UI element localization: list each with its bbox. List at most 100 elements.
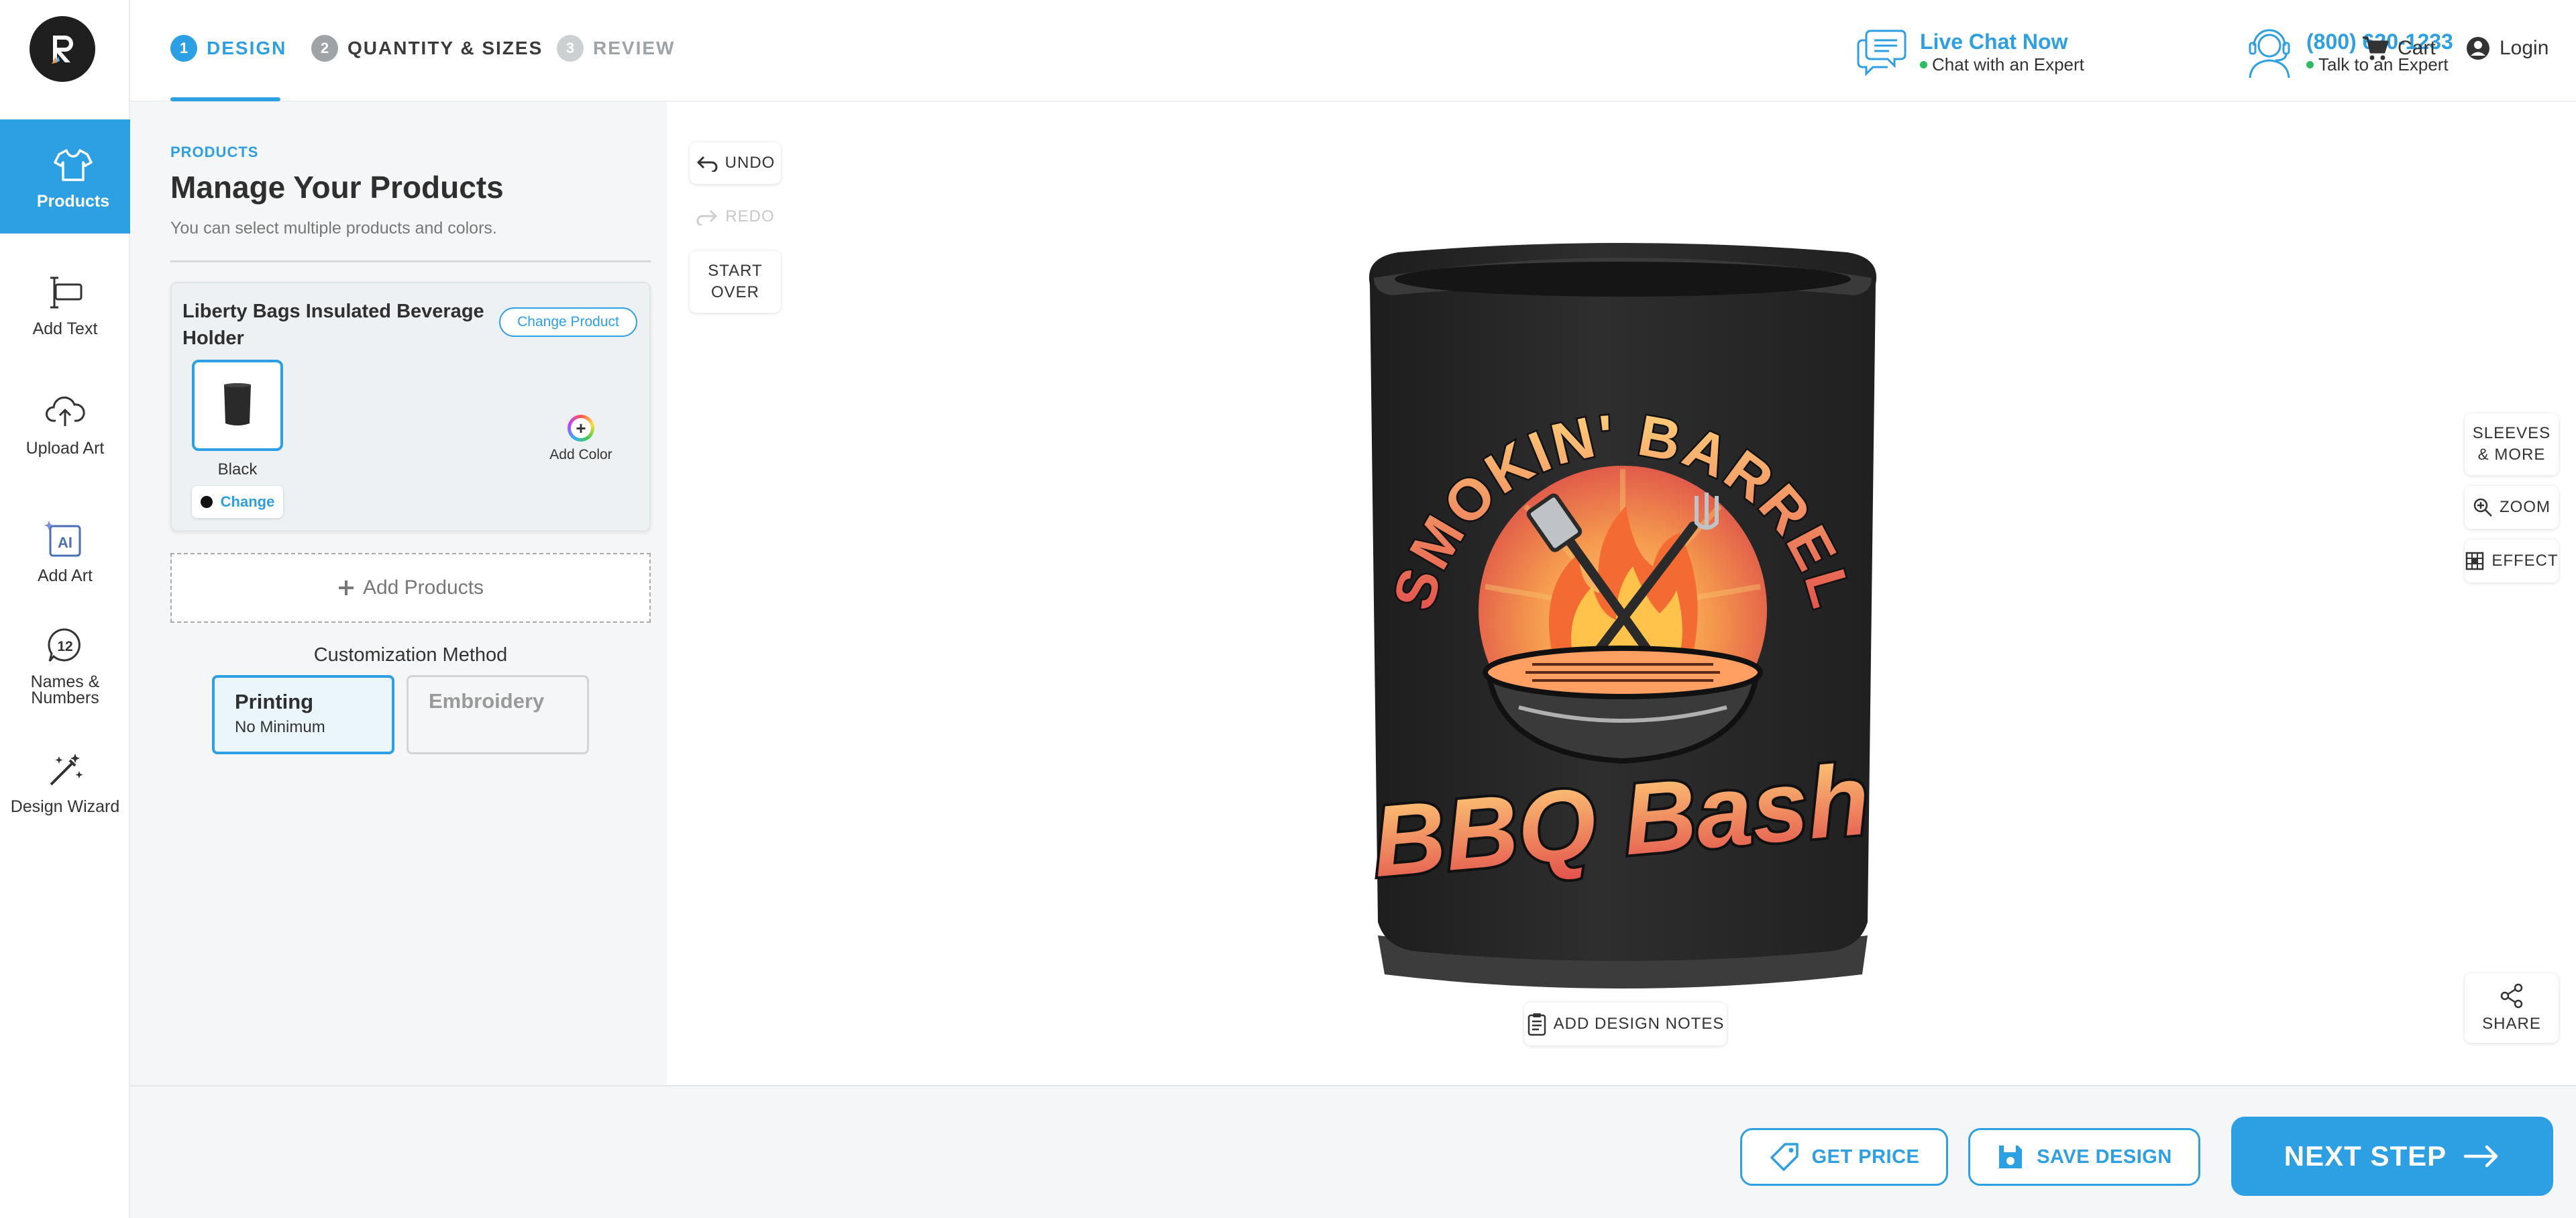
zoom-label: ZOOM bbox=[2500, 498, 2551, 516]
step-label: REVIEW bbox=[593, 38, 676, 58]
add-color-label: Add Color bbox=[549, 447, 612, 462]
step-number: 1 bbox=[170, 35, 197, 62]
logo-r-icon bbox=[52, 36, 73, 64]
headset-agent-icon bbox=[2249, 29, 2290, 79]
swatch-color-label: Black bbox=[217, 460, 258, 478]
sidebar-item-label: Add Text bbox=[32, 319, 98, 338]
live-chat-title: Live Chat Now bbox=[1920, 30, 2068, 54]
start-over-button[interactable]: START OVER bbox=[690, 251, 781, 313]
add-color-button[interactable]: + Add Color bbox=[541, 415, 621, 463]
live-chat-sub: Chat with an Expert bbox=[1932, 54, 2084, 74]
online-dot bbox=[2306, 60, 2314, 68]
get-price-button[interactable]: GET PRICE bbox=[1740, 1128, 1948, 1186]
sidebar-item-upload-art[interactable]: Upload Art bbox=[0, 366, 130, 480]
color-wheel-plus-icon: + bbox=[568, 415, 594, 442]
step-design[interactable]: 1 DESIGN bbox=[170, 35, 286, 62]
bottom-action-bar: GET PRICE SAVE DESIGN NEXT STEP bbox=[130, 1085, 2576, 1218]
next-step-label: NEXT STEP bbox=[2284, 1140, 2447, 1172]
user-account-icon bbox=[2467, 37, 2489, 60]
method-embroidery[interactable]: Embroidery bbox=[407, 675, 589, 754]
method-name: Printing bbox=[235, 690, 314, 713]
sidebar-item-label: Names & Numbers bbox=[30, 672, 100, 707]
effect-label: EFFECT bbox=[2491, 552, 2559, 570]
zoom-button[interactable]: ZOOM bbox=[2465, 486, 2559, 529]
customization-method-label: Customization Method bbox=[313, 644, 508, 666]
get-price-label: GET PRICE bbox=[1811, 1146, 1920, 1168]
chat-bubble-icon bbox=[1857, 30, 1907, 77]
login-link[interactable]: Login bbox=[2465, 35, 2548, 62]
step-label: DESIGN bbox=[207, 38, 287, 58]
share-icon bbox=[2500, 983, 2523, 1009]
panel-title: Manage Your Products bbox=[170, 170, 504, 205]
share-label: SHARE bbox=[2482, 1015, 2541, 1033]
live-chat-link[interactable]: Live Chat Now Chat with an Expert bbox=[1854, 23, 2084, 81]
cart-link[interactable]: Cart bbox=[2361, 35, 2436, 62]
add-products-label: Add Products bbox=[362, 576, 484, 599]
clipboard-icon bbox=[1527, 1013, 1546, 1036]
sidebar-item-products[interactable]: Products bbox=[0, 119, 146, 234]
save-design-label: SAVE DESIGN bbox=[2037, 1146, 2172, 1168]
plus-icon bbox=[338, 580, 354, 595]
step-quantity-sizes[interactable]: 2 QUANTITY & SIZES bbox=[311, 35, 543, 62]
login-label: Login bbox=[2500, 37, 2549, 59]
add-products-button[interactable]: Add Products bbox=[170, 553, 651, 623]
sidebar-item-label: Design Wizard bbox=[10, 797, 120, 816]
price-tag-icon bbox=[1770, 1143, 1799, 1171]
divider bbox=[170, 260, 651, 262]
product-name: Liberty Bags Insulated Beverage Holder bbox=[182, 301, 484, 349]
product-card: Liberty Bags Insulated Beverage Holder C… bbox=[170, 282, 651, 531]
redo-label: REDO bbox=[725, 207, 775, 225]
effect-button[interactable]: EFFECT bbox=[2465, 540, 2559, 582]
products-panel: PRODUCTS Manage Your Products You can se… bbox=[130, 102, 667, 1085]
effect-grid-icon bbox=[2466, 552, 2484, 570]
undo-button[interactable]: UNDO bbox=[690, 142, 781, 184]
color-swatch-black[interactable] bbox=[192, 360, 283, 451]
sleeves-more-button[interactable]: SLEEVES & MORE bbox=[2465, 413, 2559, 475]
koozie-product-image: SMOKIN' BARREL BBQ Bash bbox=[1365, 243, 1877, 988]
redo-button[interactable]: REDO bbox=[690, 196, 781, 238]
change-color-button[interactable]: Change bbox=[192, 486, 283, 518]
save-disk-icon bbox=[1999, 1146, 2023, 1168]
next-step-button[interactable]: NEXT STEP bbox=[2231, 1117, 2553, 1196]
step-number: 3 bbox=[557, 35, 584, 62]
start-over-label: START OVER bbox=[708, 262, 763, 301]
save-design-button[interactable]: SAVE DESIGN bbox=[1968, 1128, 2200, 1186]
method-name: Embroidery bbox=[429, 689, 545, 713]
magic-wand-icon bbox=[44, 749, 87, 792]
panel-kicker: PRODUCTS bbox=[170, 144, 259, 160]
cart-label: Cart bbox=[2398, 37, 2436, 59]
tshirt-icon bbox=[52, 144, 95, 187]
cart-icon bbox=[2363, 36, 2389, 60]
sidebar-item-label: Add Art bbox=[38, 566, 93, 585]
numbers-badge-icon: 12 bbox=[44, 624, 87, 667]
sidebar-item-add-art[interactable]: AI Add Art bbox=[0, 494, 130, 608]
change-product-button[interactable]: Change Product bbox=[499, 307, 637, 337]
undo-label: UNDO bbox=[724, 154, 775, 172]
add-design-notes-label: ADD DESIGN NOTES bbox=[1553, 1015, 1725, 1033]
koozie-thumbnail bbox=[224, 383, 251, 425]
sidebar-item-names-numbers[interactable]: 12 Names & Numbers bbox=[0, 608, 130, 722]
active-step-indicator bbox=[170, 97, 280, 101]
method-printing[interactable]: Printing No Minimum bbox=[212, 675, 394, 754]
sidebar-item-design-wizard[interactable]: Design Wizard bbox=[0, 725, 130, 839]
text-cursor-icon bbox=[44, 271, 87, 314]
left-sidebar: Products Add Text Upload Art AI Add Art … bbox=[0, 0, 146, 1218]
method-sub: No Minimum bbox=[235, 718, 325, 736]
color-dot bbox=[200, 496, 213, 508]
add-design-notes-button[interactable]: ADD DESIGN NOTES bbox=[1524, 1003, 1727, 1046]
design-canvas[interactable]: UNDO REDO START OVER SMOKIN' BARREL BBQ … bbox=[667, 102, 2576, 1085]
online-dot bbox=[1920, 60, 1927, 68]
step-number: 2 bbox=[311, 35, 338, 62]
step-label: QUANTITY & SIZES bbox=[347, 38, 543, 58]
cloud-upload-icon bbox=[44, 391, 87, 434]
step-review[interactable]: 3 REVIEW bbox=[557, 35, 675, 62]
redo-icon bbox=[696, 209, 718, 225]
share-button[interactable]: SHARE bbox=[2465, 973, 2559, 1043]
brand-logo[interactable] bbox=[30, 16, 95, 82]
sidebar-item-add-text[interactable]: Add Text bbox=[0, 247, 130, 361]
zoom-icon bbox=[2473, 498, 2492, 517]
ai-art-icon: AI bbox=[44, 518, 87, 561]
live-chat-status: Chat with an Expert bbox=[1920, 54, 2084, 74]
sidebar-item-label: Upload Art bbox=[25, 439, 105, 458]
svg-text:12: 12 bbox=[57, 639, 72, 654]
